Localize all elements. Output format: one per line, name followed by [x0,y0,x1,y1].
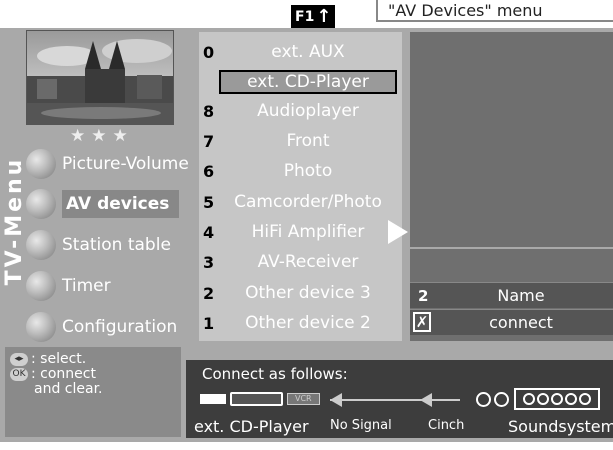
source-row-ext-cd-player[interactable]: ext. CD-Player [199,68,402,94]
cinch-socket-icon [476,392,491,407]
socket-dot-icon [579,393,591,405]
vcr-icon: VCR [286,393,320,405]
source-row-other-device-3[interactable]: 2 Other device 3 [199,281,402,307]
menu-title-tab: "AV Devices" menu [376,0,613,22]
source-row-ext-aux[interactable]: 0 ext. AUX [199,40,402,66]
soundsystem-icon [514,388,600,410]
source-number: 0 [203,43,215,62]
star-icon: ★ [91,126,107,146]
device-options-panel: 2 Name ✗ connect [410,249,613,341]
source-row-av-receiver[interactable]: 3 AV-Receiver [199,250,402,276]
source-number: 6 [203,162,215,181]
option-number: 2 [418,287,429,305]
help-line-ok: OK : connect [10,367,176,382]
source-label: Camcorder/Photo [234,192,382,212]
option-label: connect [489,313,553,332]
rating-stars: ★ ★ ★ [70,126,128,146]
submenu-arrow-icon [388,220,408,244]
option-row-connect[interactable]: ✗ connect [410,309,613,335]
help-line-select: ◂▸ : select. [10,352,176,367]
sidebar-item-label: Picture-Volume [62,154,189,174]
source-label: Other device 3 [245,283,371,303]
menu-ball-icon [26,271,56,301]
source-number: 7 [203,132,215,151]
source-label: AV-Receiver [257,252,359,272]
f1-key-badge[interactable]: F1 ↑ [291,5,336,29]
source-label: ext. AUX [271,42,345,62]
help-box: ◂▸ : select. OK : connect and clear. [5,347,181,437]
connection-source-name: ext. CD-Player [194,417,309,436]
connection-title: Connect as follows: [202,365,348,383]
sidebar-item-label: Station table [62,235,171,255]
cinch-socket-icon [494,392,509,407]
sidebar-item-label: Timer [62,276,111,296]
source-label: ext. CD-Player [219,70,397,94]
sidebar-item-label: AV devices [62,190,180,218]
source-number: 5 [203,193,215,212]
socket-dot-icon [565,393,577,405]
city-photo-image [27,31,173,124]
up-arrow-icon: ↑ [316,6,332,27]
tv-menu-vertical-label: TV-Menu [2,156,27,286]
menu-ball-icon [26,312,56,342]
preview-area [410,32,613,247]
source-row-hifi-amplifier[interactable]: 4 HiFi Amplifier [199,220,402,246]
star-icon: ★ [112,126,128,146]
av-source-list: 0 ext. AUX ext. CD-Player 8 Audioplayer … [199,32,402,341]
help-text-continued: and clear. [34,381,103,397]
device-graphic: VCR [200,388,320,410]
socket-dot-icon [523,393,535,405]
source-number: 3 [203,253,215,272]
source-number: 8 [203,102,215,121]
source-label: Photo [283,161,333,181]
signal-status: No Signal [330,418,392,433]
cd-player-icon [229,392,283,406]
picture-thumbnail [26,30,174,125]
connection-line [330,399,460,401]
source-row-photo[interactable]: 6 Photo [199,159,402,185]
source-label: Audioplayer [257,101,359,121]
device-slot-icon [200,394,226,404]
source-row-other-device-2[interactable]: 1 Other device 2 [199,311,402,337]
help-text: : select. [31,351,87,367]
source-number: 2 [203,284,215,303]
star-icon: ★ [70,126,86,146]
source-label: Front [286,131,330,151]
sidebar-item-station-table[interactable]: Station table [26,230,171,260]
source-row-camcorder-photo[interactable]: 5 Camcorder/Photo [199,190,402,216]
navigation-key-icon: ◂▸ [10,353,28,366]
sidebar-item-configuration[interactable]: Configuration [26,312,178,342]
source-number: 1 [203,314,215,333]
sidebar-item-av-devices[interactable]: AV devices [26,189,180,219]
connection-target-name: Soundsystem [508,417,613,436]
checkbox-icon[interactable]: ✗ [413,312,431,332]
menu-ball-icon [26,230,56,260]
sidebar-item-picture-volume[interactable]: Picture-Volume [26,149,189,179]
source-label: Other device 2 [245,313,371,333]
menu-ball-icon [26,189,56,219]
sidebar-item-label: Configuration [62,317,178,337]
socket-dot-icon [551,393,563,405]
menu-ball-icon [26,149,56,179]
help-text: : connect [31,366,96,382]
f1-key-label: F1 [295,9,315,25]
option-label: Name [497,286,545,305]
ok-key-icon: OK [10,368,28,381]
option-row-name[interactable]: 2 Name [410,282,613,308]
source-row-front[interactable]: 7 Front [199,129,402,155]
left-arrow-icon [420,393,432,407]
source-label: HiFi Amplifier [251,222,365,242]
source-row-audioplayer[interactable]: 8 Audioplayer [199,99,402,125]
sidebar-item-timer[interactable]: Timer [26,271,111,301]
cable-type: Cinch [428,418,465,433]
source-number: 4 [203,223,215,242]
socket-dot-icon [537,393,549,405]
